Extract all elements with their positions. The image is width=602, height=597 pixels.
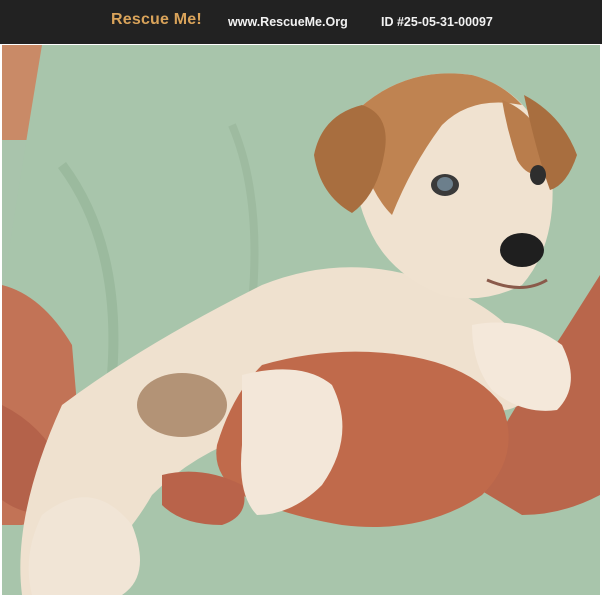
- site-url[interactable]: www.RescueMe.Org: [228, 15, 348, 29]
- listing-image-frame: Rescue Me! www.RescueMe.Org ID #25-05-31…: [0, 0, 602, 597]
- pet-photo: [2, 45, 600, 595]
- right-eye: [530, 165, 546, 185]
- puppy-photo-illustration: [2, 45, 600, 595]
- brand-logo-text[interactable]: Rescue Me!: [111, 11, 202, 29]
- listing-id: ID #25-05-31-00097: [381, 15, 493, 29]
- header-banner: Rescue Me! www.RescueMe.Org ID #25-05-31…: [0, 0, 602, 44]
- nose: [500, 233, 544, 267]
- body-spot: [137, 373, 227, 437]
